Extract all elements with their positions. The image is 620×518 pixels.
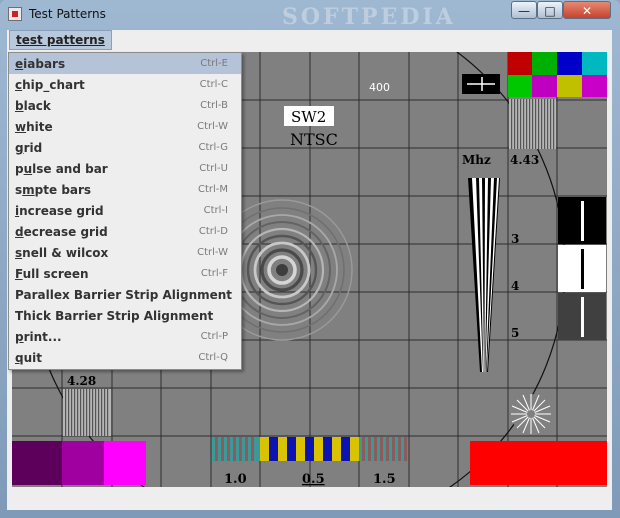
menu-item-smpte-bars[interactable]: smpte bars Ctrl-M xyxy=(9,179,241,200)
menu-item-accelerator: Ctrl-M xyxy=(197,184,228,195)
pulse-bar-column xyxy=(558,197,606,340)
menu-test-patterns-label: test patterns xyxy=(16,33,105,47)
menu-item-label: Full screen xyxy=(15,267,89,281)
title-bar[interactable]: Test Patterns SOFTPEDIA — □ ✕ xyxy=(0,0,620,30)
maximize-button[interactable]: □ xyxy=(537,1,563,19)
menu-item-accelerator: Ctrl-D xyxy=(198,226,228,237)
menu-item-accelerator: Ctrl-F xyxy=(200,268,228,279)
menu-item-grid[interactable]: grid Ctrl-G xyxy=(9,137,241,158)
red-block xyxy=(470,441,607,485)
resolution-strip xyxy=(212,437,408,461)
purple-block xyxy=(12,441,62,485)
minimize-button[interactable]: — xyxy=(511,1,537,19)
menu-item-label: print... xyxy=(15,330,62,344)
scale-3-label: 3 xyxy=(511,232,519,246)
ntsc-label: NTSC xyxy=(290,130,338,149)
menu-item-thick-barrier-strip-alignment[interactable]: Thick Barrier Strip Alignment xyxy=(9,305,241,326)
menu-item-accelerator: Ctrl-U xyxy=(199,163,228,174)
menu-item-label: increase grid xyxy=(15,204,104,218)
freq-428-label: 4.28 xyxy=(67,374,96,388)
menu-item-label: quit xyxy=(15,351,42,365)
magenta-block xyxy=(62,441,104,485)
menu-item-accelerator: Ctrl-G xyxy=(198,142,228,153)
menu-bar: test patterns xyxy=(7,30,612,51)
menu-item-label: Thick Barrier Strip Alignment xyxy=(15,309,214,323)
menu-item-accelerator: Ctrl-W xyxy=(197,121,228,132)
menu-test-patterns[interactable]: test patterns xyxy=(9,30,112,50)
menu-item-full-screen[interactable]: Full screen Ctrl-F xyxy=(9,263,241,284)
scale-4-label: 4 xyxy=(511,279,519,293)
menu-item-label: eiabars xyxy=(15,57,66,71)
menu-item-pulse-and-bar[interactable]: pulse and bar Ctrl-U xyxy=(9,158,241,179)
close-button[interactable]: ✕ xyxy=(563,1,611,19)
menu-item-snell-wilcox[interactable]: snell & wilcox Ctrl-W xyxy=(9,242,241,263)
menu-item-label: pulse and bar xyxy=(15,162,108,176)
tick-0-5-label: 0.5 xyxy=(302,472,325,487)
window-title: Test Patterns xyxy=(29,7,106,21)
menu-item-chip-chart[interactable]: chip_chart Ctrl-C xyxy=(9,74,241,95)
app-window: Test Patterns SOFTPEDIA — □ ✕ test patte… xyxy=(0,0,620,518)
freq-443-label: 4.43 xyxy=(510,153,539,167)
menu-item-accelerator: Ctrl-B xyxy=(200,100,228,111)
menu-item-print[interactable]: print... Ctrl-P xyxy=(9,326,241,347)
menu-item-accelerator: Ctrl-W xyxy=(197,247,228,258)
menu-item-accelerator: Ctrl-P xyxy=(200,331,228,342)
menu-item-white[interactable]: white Ctrl-W xyxy=(9,116,241,137)
color-chip-grid xyxy=(508,52,607,97)
frequency-bars-top xyxy=(509,99,556,149)
test-patterns-menu: eiabars Ctrl-E chip_chart Ctrl-C black Ctrl-B… xyxy=(8,52,242,370)
menu-item-accelerator: Ctrl-E xyxy=(200,58,228,69)
menu-item-accelerator: Ctrl-I xyxy=(203,205,228,216)
menu-item-label: white xyxy=(15,120,53,134)
menu-item-label: snell & wilcox xyxy=(15,246,109,260)
menu-item-label: smpte bars xyxy=(15,183,92,197)
sw-label: SW2 xyxy=(291,108,326,126)
menu-item-parallex-barrier-strip-alignment[interactable]: Parallex Barrier Strip Alignment xyxy=(9,284,241,305)
watermark: SOFTPEDIA xyxy=(282,4,456,30)
menu-item-accelerator: Ctrl-Q xyxy=(198,352,228,363)
top-number-label: 400 xyxy=(369,81,390,94)
mhz-label: Mhz xyxy=(462,153,491,167)
menu-item-eiabars[interactable]: eiabars Ctrl-E xyxy=(9,53,241,74)
java-app-icon xyxy=(8,7,22,21)
menu-item-label: decrease grid xyxy=(15,225,108,239)
frequency-bars-bottom xyxy=(63,389,111,436)
menu-item-label: black xyxy=(15,99,51,113)
menu-item-decrease-grid[interactable]: decrease grid Ctrl-D xyxy=(9,221,241,242)
menu-item-black[interactable]: black Ctrl-B xyxy=(9,95,241,116)
menu-item-label: chip_chart xyxy=(15,78,85,92)
menu-item-label: grid xyxy=(15,141,43,155)
fuchsia-block xyxy=(104,441,146,485)
menu-item-label: Parallex Barrier Strip Alignment xyxy=(15,288,233,302)
menu-item-quit[interactable]: quit Ctrl-Q xyxy=(9,347,241,368)
scale-5-label: 5 xyxy=(511,326,519,340)
menu-item-increase-grid[interactable]: increase grid Ctrl-I xyxy=(9,200,241,221)
tick-1-0-label: 1.0 xyxy=(224,472,247,487)
starburst xyxy=(511,394,551,434)
menu-item-accelerator: Ctrl-C xyxy=(199,79,228,90)
tick-1-5-label: 1.5 xyxy=(373,472,396,487)
